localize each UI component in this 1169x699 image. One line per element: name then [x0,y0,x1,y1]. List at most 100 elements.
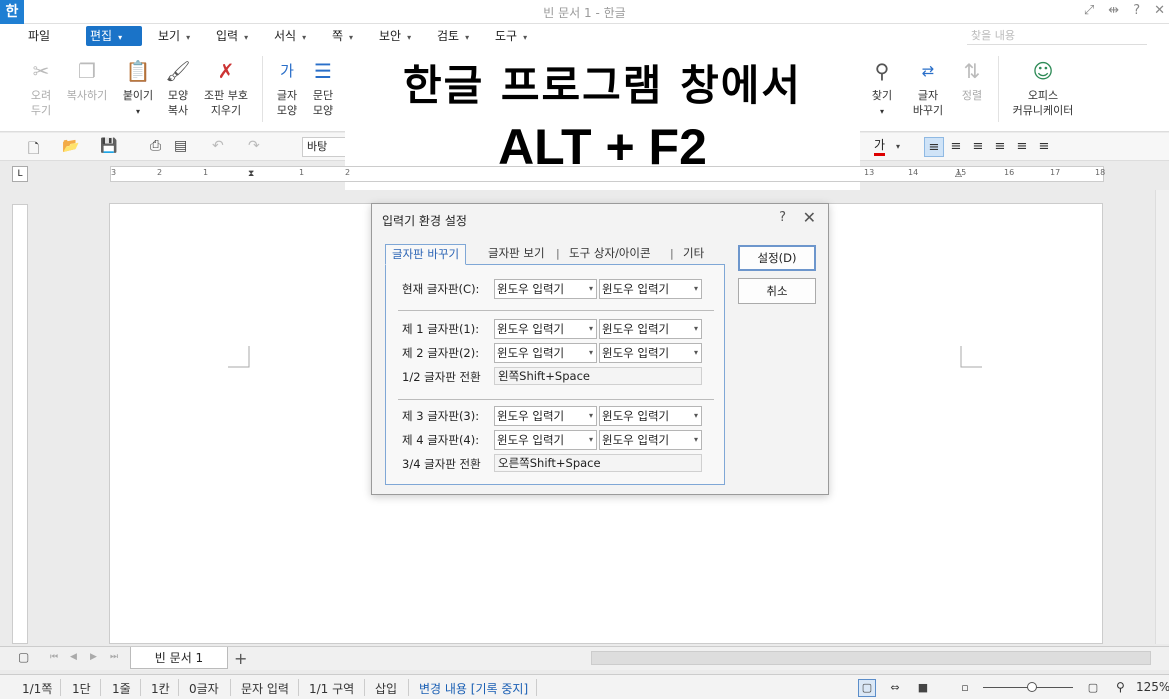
status-input-mode[interactable]: 문자 입력 [241,680,289,697]
menu-insert[interactable]: 입력 ▾ [212,26,252,46]
select-value: 윈도우 입력기 [602,282,670,296]
chevron-down-icon: ▾ [693,411,698,420]
status-bar: 1/1쪽 1단 1줄 1칸 0글자 문자 입력 1/1 구역 삽입 변경 내용 … [0,674,1169,699]
find-input[interactable]: 찾을 내용 [967,27,1147,45]
keyboard-1-select-b[interactable]: 윈도우 입력기 ▾ [599,319,702,339]
find-button[interactable]: ⚲ 찾기 ▾ [864,58,900,119]
keyboard-2-select-a[interactable]: 윈도우 입력기 ▾ [494,343,597,363]
tab-keyboard-switch[interactable]: 글자판 바꾸기 [385,244,467,265]
align-left-icon[interactable]: ≡ [946,137,966,157]
tab-divider: | [556,247,560,260]
last-tab-icon[interactable]: ⏭ [110,652,118,662]
keyboard-3-select-a[interactable]: 윈도우 입력기 ▾ [494,406,597,426]
menu-edit[interactable]: 편집 ▾ [86,26,142,46]
cancel-button[interactable]: 취소 [738,278,816,304]
align-distribute-icon[interactable]: ≡ [1012,137,1032,157]
zoom-search-icon[interactable]: ⚲ [1116,680,1125,694]
full-page-icon[interactable]: ■ [914,679,932,697]
new-document-icon[interactable]: 🗋 [28,138,39,162]
keyboard-1-select-a[interactable]: 윈도우 입력기 ▾ [494,319,597,339]
style-select[interactable]: 바탕 [302,137,350,157]
switch-34-label: 3/4 글자판 전환 [402,457,481,471]
paste-button[interactable]: 📋 붙이기 ▾ [118,58,158,119]
indent-marker-icon[interactable]: ⧗ [248,169,254,179]
align-right-icon[interactable]: ≡ [990,137,1010,157]
font-color-button[interactable]: 가 [874,137,886,156]
open-folder-icon[interactable]: 📂 [62,138,79,154]
add-tab-button[interactable]: + [234,649,247,668]
copy-button[interactable]: ❐ 복사하기 [62,58,112,103]
office-communicator-button[interactable]: ☺ 오피스 커뮤니케이터 [1006,58,1080,118]
document-tab[interactable]: 빈 문서 1 [130,647,228,669]
replace-label: 글자 바꾸기 [912,89,944,117]
switch-34-hotkey-field[interactable]: 오른쪽Shift+Space [494,454,702,472]
tab-keyboard-view[interactable]: 글자판 보기 [482,244,551,265]
format-painter-icon: 🖌 [165,59,191,83]
zoom-slider-handle[interactable] [1027,682,1037,692]
first-tab-icon[interactable]: ⏮ [50,652,58,662]
switch-12-hotkey-field[interactable]: 왼쪽Shift+Space [494,367,702,385]
zoom-level[interactable]: 125% [1136,680,1169,694]
menu-security[interactable]: 보안 ▾ [375,26,415,46]
chevron-down-icon[interactable]: ▾ [896,142,900,151]
redo-icon[interactable]: ↷ [248,138,260,154]
close-window-button[interactable]: ✕ [1154,3,1165,18]
format-copy-button[interactable]: 🖌 모양 복사 [160,58,196,118]
vertical-ruler[interactable] [12,204,28,644]
keyboard-3-select-b[interactable]: 윈도우 입력기 ▾ [599,406,702,426]
align-center-icon[interactable]: ≡ [968,137,988,157]
memo-icon[interactable]: ▢ [18,650,29,664]
zoom-in-icon[interactable]: ▢ [1084,679,1102,697]
para-shape-button[interactable]: ☰ 문단 모양 [306,58,340,118]
menu-page-label: 쪽 [332,29,344,43]
page-view-icon[interactable]: ▢ [858,679,876,697]
horizontal-scrollbar[interactable] [591,651,1151,665]
help-button[interactable]: ? [1133,3,1140,18]
banner-line-1: 한글 프로그램 창에서 [402,61,802,110]
ribbon-toggle-icon[interactable]: ⇹ [1108,3,1119,18]
keyboard-4-select-b[interactable]: 윈도우 입력기 ▾ [599,430,702,450]
menu-file[interactable]: 파일 [24,26,54,46]
current-keyboard-select-a[interactable]: 윈도우 입력기 ▾ [494,279,597,299]
replace-button[interactable]: ⇄ 글자 바꾸기 [904,58,952,118]
prev-tab-icon[interactable]: ◀ [70,652,77,662]
select-value: 윈도우 입력기 [602,322,670,336]
horizontal-ruler[interactable]: 3 2 1 1 2 13 14 15 16 17 18 ⧗ △ [110,166,1105,182]
menu-tools[interactable]: 도구 ▾ [491,26,531,46]
menu-view[interactable]: 보기 ▾ [154,26,194,46]
dialog-help-button[interactable]: ? [779,210,786,225]
align-justify-icon[interactable]: ≡ [924,137,944,157]
tab-etc[interactable]: 기타 [677,244,710,265]
right-margin-marker-icon[interactable]: △ [955,169,962,179]
current-keyboard-select-b[interactable]: 윈도우 입력기 ▾ [599,279,702,299]
print-icon[interactable]: ⎙ [150,138,161,154]
vertical-scrollbar[interactable] [1155,190,1169,644]
cut-button[interactable]: ✂ 오려 두기 [22,58,60,118]
menu-review[interactable]: 검토 ▾ [433,26,473,46]
preview-icon[interactable]: ▤ [174,138,187,154]
fit-width-icon[interactable]: ⇔ [886,679,904,697]
undo-icon[interactable]: ↶ [212,138,224,154]
menu-page[interactable]: 쪽 ▾ [328,26,357,46]
erase-marks-button[interactable]: ✗ 조판 부호 지우기 [198,58,254,118]
status-insert-mode[interactable]: 삽입 [375,680,397,697]
sort-button[interactable]: ⇅ 정렬 [954,58,990,103]
ruler-corner-icon[interactable]: L [12,166,28,182]
status-separator [536,679,537,696]
zoom-out-icon[interactable]: ▫ [956,679,974,697]
char-shape-button[interactable]: 가 글자 모양 [270,58,304,118]
dialog-close-button[interactable]: ✕ [803,208,816,227]
chevron-down-icon: ▾ [693,324,698,333]
keyboard-2-select-b[interactable]: 윈도우 입력기 ▾ [599,343,702,363]
keyboard-4-select-a[interactable]: 윈도우 입력기 ▾ [494,430,597,450]
status-track-changes[interactable]: 변경 내용 [기록 중지] [419,680,528,697]
align-divide-icon[interactable]: ≡ [1034,137,1054,157]
dialog-title: 입력기 환경 설정 [382,214,467,228]
next-tab-icon[interactable]: ▶ [90,652,97,662]
copy-label: 복사하기 [66,89,108,102]
ok-button[interactable]: 설정(D) [738,245,816,271]
menu-format[interactable]: 서식 ▾ [270,26,310,46]
tab-toolbox-icons[interactable]: 도구 상자/아이콘 [563,244,657,265]
fullscreen-icon[interactable]: ⤢ [1084,3,1094,18]
save-icon[interactable]: 💾 [100,138,117,154]
